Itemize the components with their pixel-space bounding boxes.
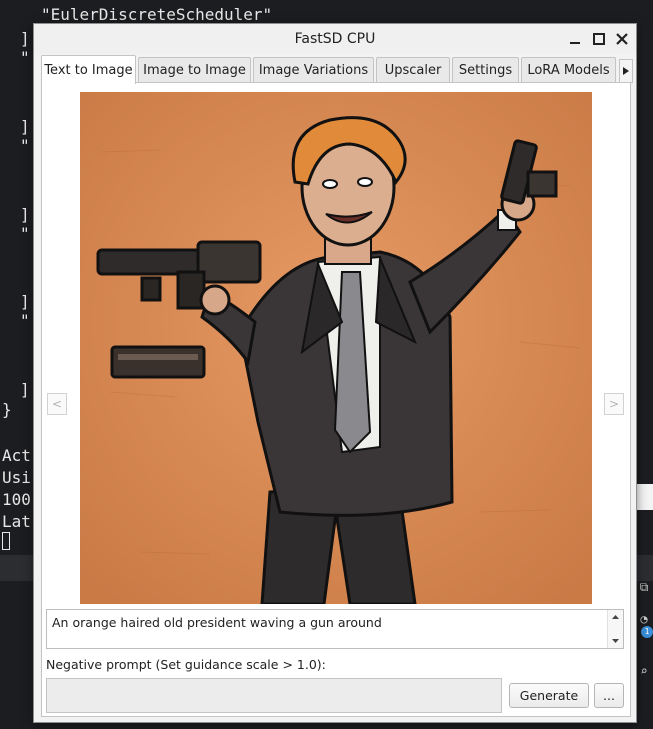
title-bar[interactable]: FastSD CPU	[34, 24, 636, 54]
search-icon[interactable]: ⌕	[637, 664, 651, 678]
next-image-button[interactable]: >	[604, 393, 624, 415]
minimize-icon	[570, 42, 580, 44]
terminal-line: ]	[20, 117, 30, 136]
scroll-arrows-icon	[612, 615, 619, 643]
window-title: FastSD CPU	[294, 31, 376, 47]
more-options-button[interactable]: ...	[594, 683, 624, 708]
close-button[interactable]	[612, 29, 632, 49]
terminal-line: }	[2, 400, 12, 419]
terminal-line: "	[20, 224, 30, 243]
tab-image-variations[interactable]: Image Variations	[253, 57, 374, 83]
generated-image	[80, 92, 592, 604]
notification-badge: 1	[641, 626, 653, 638]
triangle-right-icon	[623, 67, 629, 75]
terminal-line: "	[20, 136, 30, 155]
terminal-line: ]	[20, 29, 30, 48]
terminal-line: ]	[20, 205, 30, 224]
tab-upscaler[interactable]: Upscaler	[376, 57, 450, 83]
negative-prompt-label: Negative prompt (Set guidance scale > 1.…	[46, 657, 326, 672]
maximize-icon	[593, 33, 605, 45]
maximize-button[interactable]	[589, 29, 609, 49]
terminal-line: ]	[20, 380, 30, 399]
tab-text-to-image[interactable]: Text to Image	[41, 55, 136, 84]
terminal-line: Act	[2, 446, 31, 465]
terminal-scrollbar[interactable]	[636, 484, 653, 510]
fastsd-window: FastSD CPU Text to Image Image to Image …	[33, 23, 637, 723]
terminal-line: "	[20, 48, 30, 67]
tab-bar: Text to Image Image to Image Image Varia…	[41, 55, 635, 84]
close-icon	[616, 33, 628, 45]
prompt-scrollbar[interactable]	[607, 610, 623, 648]
terminal-line: Lat	[2, 512, 31, 531]
negative-prompt-input[interactable]	[46, 678, 502, 713]
tab-image-to-image[interactable]: Image to Image	[138, 57, 251, 83]
minimize-button[interactable]	[565, 29, 585, 49]
previous-image-button[interactable]: <	[47, 393, 67, 415]
terminal-line: "	[20, 311, 30, 330]
prompt-textarea[interactable]: An orange haired old president waving a …	[46, 609, 624, 649]
bell-icon[interactable]: ◔	[637, 612, 651, 626]
tab-settings[interactable]: Settings	[452, 57, 519, 83]
tab-lora-models[interactable]: LoRA Models	[521, 57, 616, 83]
terminal-cursor	[2, 532, 10, 550]
terminal-line: Usi	[2, 468, 31, 487]
terminal-line: "EulerDiscreteScheduler"	[41, 5, 273, 24]
generated-image-illustration	[80, 92, 592, 604]
terminal-line: 100	[2, 490, 31, 509]
generate-button[interactable]: Generate	[509, 683, 589, 708]
terminal-line: ]	[20, 292, 30, 311]
prompt-text: An orange haired old president waving a …	[52, 615, 382, 630]
tray-icon[interactable]: ⧉	[637, 580, 651, 594]
tab-scroll-right-button[interactable]	[619, 59, 633, 83]
